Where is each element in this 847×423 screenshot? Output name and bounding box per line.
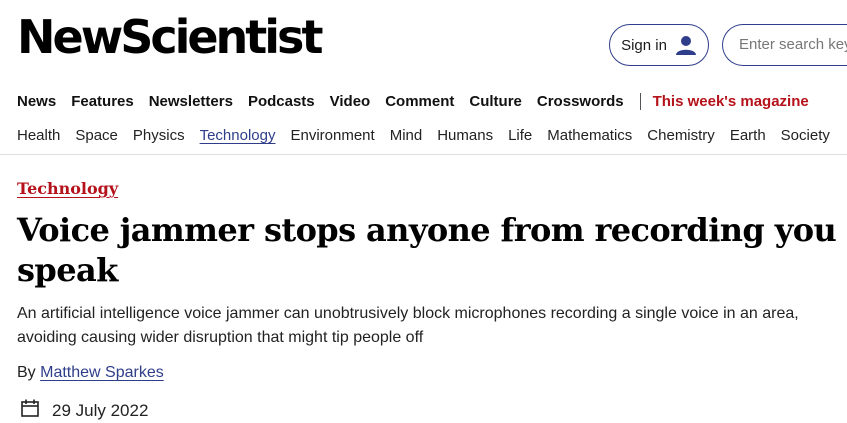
sign-in-label: Sign in: [621, 36, 667, 54]
article-standfirst: An artificial intelligence voice jammer …: [17, 305, 799, 346]
topic-chemistry[interactable]: Chemistry: [647, 127, 715, 144]
author-link[interactable]: Matthew Sparkes: [40, 364, 164, 381]
nav-video[interactable]: Video: [330, 93, 371, 110]
user-icon: [675, 34, 697, 56]
nav-features[interactable]: Features: [71, 93, 134, 110]
topic-society[interactable]: Society: [781, 127, 830, 144]
nav-crosswords[interactable]: Crosswords: [537, 93, 624, 110]
nav-news[interactable]: News: [17, 93, 56, 110]
topic-mathematics[interactable]: Mathematics: [547, 127, 632, 144]
nav-culture[interactable]: Culture: [469, 93, 522, 110]
topic-space[interactable]: Space: [75, 127, 118, 144]
nav-comment[interactable]: Comment: [385, 93, 454, 110]
topic-mind[interactable]: Mind: [390, 127, 423, 144]
article-headline: Voice jammer stops anyone from recording…: [17, 211, 837, 289]
header-divider: [0, 154, 847, 155]
search-input[interactable]: Enter search keywords: [722, 24, 847, 66]
section-label[interactable]: Technology: [17, 179, 118, 198]
sign-in-button[interactable]: Sign in: [609, 24, 709, 66]
topic-physics[interactable]: Physics: [133, 127, 185, 144]
publish-date-text: 29 July 2022: [52, 400, 149, 420]
topic-technology[interactable]: Technology: [200, 127, 276, 144]
nav-divider: [639, 93, 641, 110]
nav-podcasts[interactable]: Podcasts: [248, 93, 315, 110]
topic-health[interactable]: Health: [17, 127, 60, 144]
topic-environment[interactable]: Environment: [290, 127, 374, 144]
byline-prefix: By: [17, 364, 36, 381]
publish-date: 29 July 2022: [20, 398, 148, 423]
topic-nav: Health Space Physics Technology Environm…: [17, 127, 845, 144]
byline: By Matthew Sparkes: [17, 364, 164, 382]
nav-this-weeks-magazine[interactable]: This week's magazine: [653, 93, 809, 110]
primary-nav: News Features Newsletters Podcasts Video…: [17, 93, 809, 110]
site-logo[interactable]: NewScientist: [17, 14, 323, 60]
calendar-icon: [20, 398, 40, 423]
nav-newsletters[interactable]: Newsletters: [149, 93, 233, 110]
topic-earth[interactable]: Earth: [730, 127, 766, 144]
topic-humans[interactable]: Humans: [437, 127, 493, 144]
topic-life[interactable]: Life: [508, 127, 532, 144]
